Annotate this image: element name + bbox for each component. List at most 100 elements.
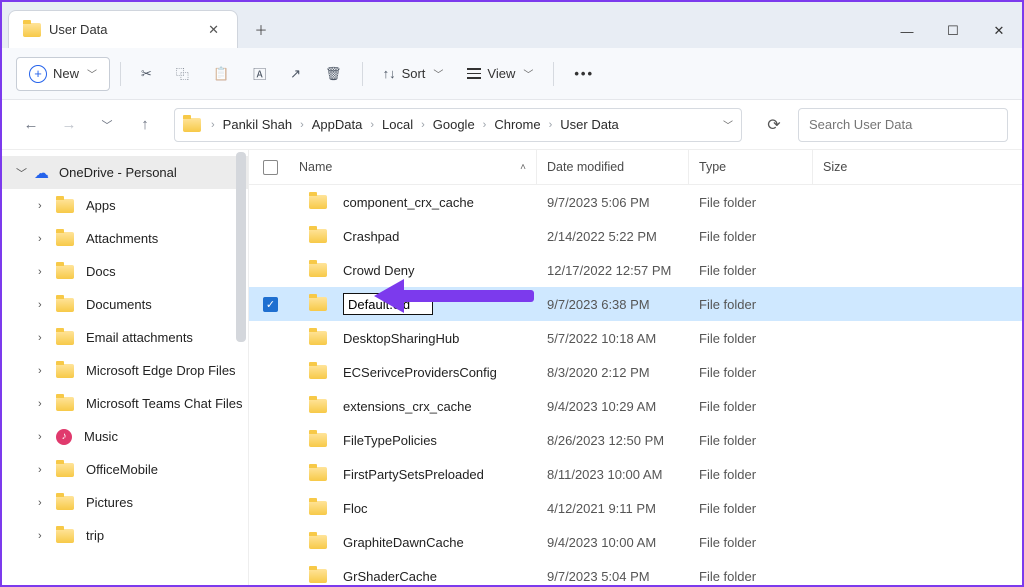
sort-asc-icon: ˄ xyxy=(520,162,526,173)
tree-item[interactable]: ›Docs xyxy=(2,255,248,288)
tab-title: User Data xyxy=(49,22,204,37)
rename-input[interactable] xyxy=(343,293,433,315)
tree-item[interactable]: ›Documents xyxy=(2,288,248,321)
recent-button[interactable]: ﹀ xyxy=(92,110,122,140)
copy-button[interactable]: ⿻ xyxy=(166,57,199,91)
close-window-button[interactable]: ✕ xyxy=(976,14,1022,48)
delete-button[interactable]: 🗑 xyxy=(315,57,352,91)
sort-icon: ↑↓ xyxy=(383,66,396,81)
table-row[interactable]: FileTypePolicies8/26/2023 12:50 PMFile f… xyxy=(249,423,1022,457)
sort-button[interactable]: ↑↓ Sort ﹀ xyxy=(373,57,454,91)
tree-item[interactable]: › OfficeMobile xyxy=(2,453,248,486)
chevron-right-icon: › xyxy=(38,464,52,476)
file-date: 12/17/2022 12:57 PM xyxy=(537,263,689,278)
folder-icon xyxy=(56,496,74,510)
file-name: FileTypePolicies xyxy=(343,433,437,448)
share-button[interactable]: ↗ xyxy=(280,57,311,91)
tree-item[interactable]: ›Pictures xyxy=(2,486,248,519)
view-button[interactable]: View ﹀ xyxy=(457,57,543,91)
rename-icon: 🄰 xyxy=(253,64,266,83)
table-row[interactable]: ✓9/7/2023 6:38 PMFile folder xyxy=(249,287,1022,321)
file-date: 8/11/2023 10:00 AM xyxy=(537,467,689,482)
new-tab-button[interactable]: ＋ xyxy=(244,12,278,46)
chevron-right-icon: › xyxy=(38,299,52,311)
breadcrumb-item[interactable]: Pankil Shah xyxy=(221,117,294,132)
paste-button[interactable]: 📋 xyxy=(203,57,239,91)
tree-item[interactable]: ›Attachments xyxy=(2,222,248,255)
breadcrumb-item[interactable]: User Data xyxy=(558,117,621,132)
tree-item[interactable]: ›Apps xyxy=(2,189,248,222)
chevron-right-icon: › xyxy=(209,119,217,131)
file-name: Crashpad xyxy=(343,229,399,244)
table-row[interactable]: FirstPartySetsPreloaded 8/11/2023 10:00 A… xyxy=(249,457,1022,491)
tree-item[interactable]: ›trip xyxy=(2,519,248,552)
breadcrumb-item[interactable]: Local xyxy=(380,117,415,132)
rename-button[interactable]: 🄰 xyxy=(243,57,276,91)
breadcrumb-item[interactable]: Chrome xyxy=(492,117,542,132)
column-headers: Name˄ Date modified Type Size xyxy=(249,150,1022,185)
file-type: File folder xyxy=(689,399,813,414)
tree-item[interactable]: ›Microsoft Edge Drop Files xyxy=(2,354,248,387)
chevron-right-icon: › xyxy=(547,119,555,131)
file-name: ECSerivceProvidersConfig xyxy=(343,365,497,380)
new-button[interactable]: + New ﹀ xyxy=(16,57,110,91)
file-name: component_crx_cache xyxy=(343,195,474,210)
folder-icon xyxy=(56,232,74,246)
column-header-date[interactable]: Date modified xyxy=(537,150,689,184)
search-input[interactable] xyxy=(798,108,1008,142)
scrollbar-thumb[interactable] xyxy=(236,152,246,342)
refresh-button[interactable]: ⟳ xyxy=(758,109,790,141)
table-row[interactable]: extensions_crx_cache9/4/2023 10:29 AMFil… xyxy=(249,389,1022,423)
column-header-name[interactable]: Name˄ xyxy=(289,150,537,184)
tree-label: Microsoft Edge Drop Files xyxy=(86,363,236,378)
file-name: FirstPartySetsPreloaded xyxy=(343,467,484,482)
folder-icon xyxy=(309,229,327,243)
folder-icon xyxy=(309,263,327,277)
more-button[interactable]: ••• xyxy=(564,57,604,91)
minimize-button[interactable]: — xyxy=(884,14,930,48)
table-row[interactable]: Crashpad2/14/2022 5:22 PMFile folder xyxy=(249,219,1022,253)
file-date: 9/7/2023 6:38 PM xyxy=(537,297,689,312)
breadcrumb[interactable]: › Pankil Shah › AppData › Local › Google… xyxy=(174,108,742,142)
table-row[interactable]: GrShaderCache9/7/2023 5:04 PMFile folder xyxy=(249,559,1022,585)
file-name: GrShaderCache xyxy=(343,569,437,584)
up-button[interactable]: ↑ xyxy=(130,110,160,140)
breadcrumb-item[interactable]: AppData xyxy=(310,117,365,132)
column-header-size[interactable]: Size xyxy=(813,150,1022,184)
maximize-button[interactable]: ☐ xyxy=(930,14,976,48)
window-tab[interactable]: User Data ✕ xyxy=(8,10,238,48)
chevron-down-icon: ﹀ xyxy=(433,66,443,81)
chevron-right-icon: › xyxy=(298,119,306,131)
cut-button[interactable]: ✂ xyxy=(131,57,162,91)
folder-icon xyxy=(56,364,74,378)
table-row[interactable]: DesktopSharingHub5/7/2022 10:18 AMFile f… xyxy=(249,321,1022,355)
folder-icon xyxy=(309,501,327,515)
table-row[interactable]: ECSerivceProvidersConfig8/3/2020 2:12 PM… xyxy=(249,355,1022,389)
table-row[interactable]: component_crx_cache9/7/2023 5:06 PMFile … xyxy=(249,185,1022,219)
navigation-pane: ﹀ ☁ OneDrive - Personal ›Apps›Attachment… xyxy=(2,150,249,585)
file-type: File folder xyxy=(689,467,813,482)
folder-icon xyxy=(56,199,74,213)
view-label: View xyxy=(487,66,515,81)
folder-icon xyxy=(309,195,327,209)
forward-button[interactable]: → xyxy=(54,110,84,140)
chevron-right-icon: › xyxy=(38,398,52,410)
table-row[interactable]: Floc4/12/2021 9:11 PMFile folder xyxy=(249,491,1022,525)
tree-item[interactable]: ›♪Music xyxy=(2,420,248,453)
column-header-type[interactable]: Type xyxy=(689,150,813,184)
select-all-checkbox[interactable] xyxy=(263,160,278,175)
tree-item[interactable]: ›Email attachments xyxy=(2,321,248,354)
breadcrumb-item[interactable]: Google xyxy=(431,117,477,132)
row-checkbox[interactable]: ✓ xyxy=(263,297,278,312)
back-button[interactable]: ← xyxy=(16,110,46,140)
table-row[interactable]: Crowd Deny12/17/2022 12:57 PMFile folder xyxy=(249,253,1022,287)
tree-label: OfficeMobile xyxy=(86,462,158,477)
folder-icon xyxy=(309,433,327,447)
table-row[interactable]: GraphiteDawnCache9/4/2023 10:00 AMFile f… xyxy=(249,525,1022,559)
chevron-down-icon: ﹀ xyxy=(87,66,97,81)
folder-icon xyxy=(309,365,327,379)
tree-item[interactable]: ›Microsoft Teams Chat Files xyxy=(2,387,248,420)
chevron-down-icon[interactable]: ﹀ xyxy=(723,117,733,132)
tree-item-onedrive[interactable]: ﹀ ☁ OneDrive - Personal xyxy=(2,156,248,189)
close-tab-icon[interactable]: ✕ xyxy=(204,22,223,38)
